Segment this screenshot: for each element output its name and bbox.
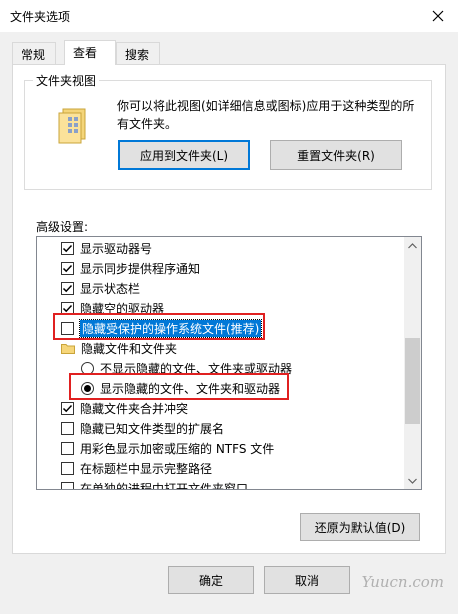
scroll-up-icon[interactable] xyxy=(404,237,421,254)
list-item[interactable]: 隐藏文件夹合并冲突 xyxy=(61,398,421,418)
list-item[interactable]: 显示状态栏 xyxy=(61,278,421,298)
checkbox[interactable] xyxy=(61,441,74,455)
list-item-label: 隐藏文件和文件夹 xyxy=(81,341,178,356)
folder-view-title: 文件夹视图 xyxy=(33,72,100,89)
vertical-scrollbar[interactable] xyxy=(404,237,421,489)
list-item[interactable]: 隐藏已知文件类型的扩展名 xyxy=(61,418,421,438)
scroll-down-icon[interactable] xyxy=(404,472,421,489)
list-item-group: 隐藏文件和文件夹 xyxy=(61,338,421,358)
list-item[interactable]: 显示同步提供程序通知 xyxy=(61,258,421,278)
checkbox[interactable] xyxy=(61,461,74,475)
advanced-settings-label: 高级设置: xyxy=(36,220,89,234)
checkbox[interactable] xyxy=(61,401,74,415)
close-icon[interactable] xyxy=(426,4,450,28)
ok-button[interactable]: 确定 xyxy=(168,566,254,594)
title-bar: 文件夹选项 xyxy=(0,0,458,32)
window-title: 文件夹选项 xyxy=(10,10,71,24)
apply-to-folders-button[interactable]: 应用到文件夹(L) xyxy=(118,140,250,170)
checkbox[interactable] xyxy=(61,261,74,275)
cancel-button[interactable]: 取消 xyxy=(264,566,350,594)
list-item-label: 隐藏已知文件类型的扩展名 xyxy=(80,421,225,436)
tab-general[interactable]: 常规 xyxy=(12,42,56,64)
list-item-label: 在单独的进程中打开文件夹窗口 xyxy=(80,481,249,490)
list-item[interactable]: 在标题栏中显示完整路径 xyxy=(61,458,421,478)
scrollbar-thumb[interactable] xyxy=(405,338,420,424)
annotation-highlight-box xyxy=(69,373,289,400)
checkbox[interactable] xyxy=(61,241,74,255)
watermark: Yuucn.com xyxy=(361,573,444,591)
checkbox[interactable] xyxy=(61,481,74,489)
checkbox[interactable] xyxy=(61,281,74,295)
list-item[interactable]: 在单独的进程中打开文件夹窗口 xyxy=(61,478,421,490)
list-item-label: 用彩色显示加密或压缩的 NTFS 文件 xyxy=(80,441,275,456)
list-item[interactable]: 用彩色显示加密或压缩的 NTFS 文件 xyxy=(61,438,421,458)
advanced-settings-list[interactable]: 显示驱动器号 显示同步提供程序通知 显示状态栏 隐藏空的驱动器 隐藏受保护的操作… xyxy=(36,236,422,490)
annotation-highlight-box xyxy=(53,313,265,340)
list-item-label: 在标题栏中显示完整路径 xyxy=(80,461,213,476)
reset-folders-button[interactable]: 重置文件夹(R) xyxy=(270,140,402,170)
list-item[interactable]: 显示驱动器号 xyxy=(61,238,421,258)
folder-icon xyxy=(61,343,75,354)
folder-view-icon xyxy=(57,107,87,148)
restore-defaults-button[interactable]: 还原为默认值(D) xyxy=(300,513,420,541)
folder-view-group: 文件夹视图 你可以将此视图(如详细信息或图标)应用于这种类型的所有文件夹。 xyxy=(24,72,432,190)
tab-search[interactable]: 搜索 xyxy=(116,42,160,64)
checkbox[interactable] xyxy=(61,421,74,435)
list-item-label: 显示同步提供程序通知 xyxy=(80,261,201,276)
tab-view[interactable]: 查看 xyxy=(64,40,116,65)
list-item-label: 隐藏文件夹合并冲突 xyxy=(80,401,189,416)
list-item-label: 显示驱动器号 xyxy=(80,241,153,256)
list-item-label: 显示状态栏 xyxy=(80,281,141,296)
folder-view-description: 你可以将此视图(如详细信息或图标)应用于这种类型的所有文件夹。 xyxy=(117,99,415,131)
